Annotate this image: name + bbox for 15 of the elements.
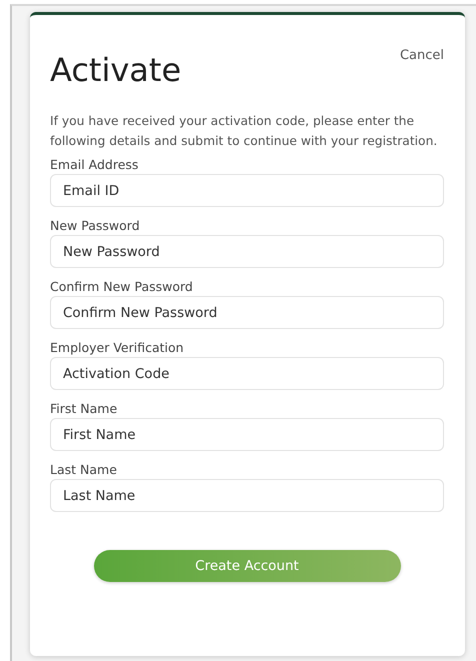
input-field[interactable]: Email ID: [50, 174, 444, 207]
field-label: New Password: [50, 218, 141, 233]
cancel-link[interactable]: Cancel: [400, 48, 444, 63]
field-label: First Name: [50, 401, 118, 416]
input-field[interactable]: New Password: [50, 235, 444, 268]
input-field[interactable]: Activation Code: [50, 357, 444, 390]
input-field[interactable]: First Name: [50, 418, 444, 451]
page-title: Activate: [50, 51, 182, 89]
intro-text: If you have received your activation code, please enter the following details and submit to continue with your registration.: [50, 113, 438, 150]
field-label: Email Address: [50, 157, 140, 172]
input-field[interactable]: Confirm New Password: [50, 296, 444, 329]
input-field[interactable]: Last Name: [50, 479, 444, 512]
field-label: Last Name: [50, 462, 118, 477]
field-label: Confirm New Password: [50, 279, 194, 294]
field-label: Employer Verification: [50, 340, 185, 355]
